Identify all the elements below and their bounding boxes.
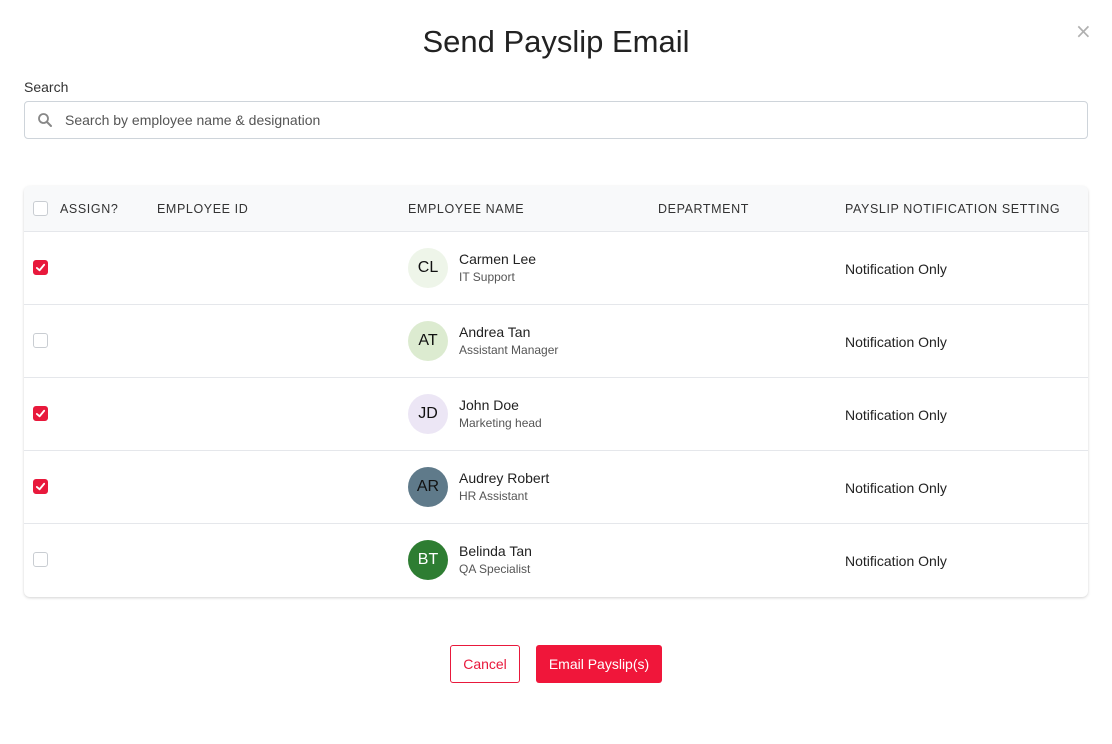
search-icon <box>37 112 53 128</box>
table-row: CL Carmen Lee IT Support Notification Only <box>24 232 1088 305</box>
employee-name: Andrea Tan <box>459 324 531 340</box>
header-employee-id[interactable]: EMPLOYEE ID <box>157 202 248 216</box>
assign-checkbox[interactable] <box>33 260 48 275</box>
header-employee-name[interactable]: EMPLOYEE NAME <box>408 202 524 216</box>
notification-setting: Notification Only <box>845 407 947 423</box>
avatar: BT <box>408 540 448 580</box>
employee-name: John Doe <box>459 397 519 413</box>
assign-checkbox[interactable] <box>33 479 48 494</box>
employee-name: Audrey Robert <box>459 470 550 486</box>
employee-designation: Assistant Manager <box>459 343 559 357</box>
search-input[interactable] <box>65 102 1075 138</box>
table-header: ASSIGN? EMPLOYEE ID EMPLOYEE NAME DEPART… <box>24 186 1088 232</box>
assign-checkbox[interactable] <box>33 406 48 421</box>
table-row: BT Belinda Tan QA Specialist Notification O… <box>24 524 1088 597</box>
employee-designation: IT Support <box>459 270 515 284</box>
employee-designation: HR Assistant <box>459 489 528 503</box>
table-row: AR Audrey Robert HR Assistant Notification … <box>24 451 1088 524</box>
notification-setting: Notification Only <box>845 480 947 496</box>
employee-name: Belinda Tan <box>459 543 532 559</box>
header-assign: ASSIGN? <box>60 202 119 216</box>
table-row: JD John Doe Marketing head Notification Onl… <box>24 378 1088 451</box>
assign-checkbox[interactable] <box>33 552 48 567</box>
avatar: AT <box>408 321 448 361</box>
notification-setting: Notification Only <box>845 334 947 350</box>
avatar: JD <box>408 394 448 434</box>
cancel-button[interactable]: Cancel <box>450 645 520 683</box>
dialog-title: Send Payslip Email <box>422 24 690 59</box>
search-label: Search <box>24 79 69 95</box>
employee-name: Carmen Lee <box>459 251 537 267</box>
avatar: CL <box>408 248 448 288</box>
notification-setting: Notification Only <box>845 261 947 277</box>
employee-designation: Marketing head <box>459 416 542 430</box>
header-notification-setting[interactable]: PAYSLIP NOTIFICATION SETTING <box>845 202 1060 216</box>
employee-designation: QA Specialist <box>459 562 531 576</box>
header-department[interactable]: DEPARTMENT <box>658 202 749 216</box>
notification-setting: Notification Only <box>845 553 947 569</box>
email-payslips-button[interactable]: Email Payslip(s) <box>536 645 662 683</box>
search-field[interactable] <box>24 101 1088 139</box>
employee-table: ASSIGN? EMPLOYEE ID EMPLOYEE NAME DEPART… <box>24 186 1088 597</box>
table-row: AT Andrea Tan Assistant Manager Notificatio… <box>24 305 1088 378</box>
avatar: AR <box>408 467 448 507</box>
assign-checkbox[interactable] <box>33 333 48 348</box>
select-all-checkbox[interactable] <box>33 201 48 216</box>
